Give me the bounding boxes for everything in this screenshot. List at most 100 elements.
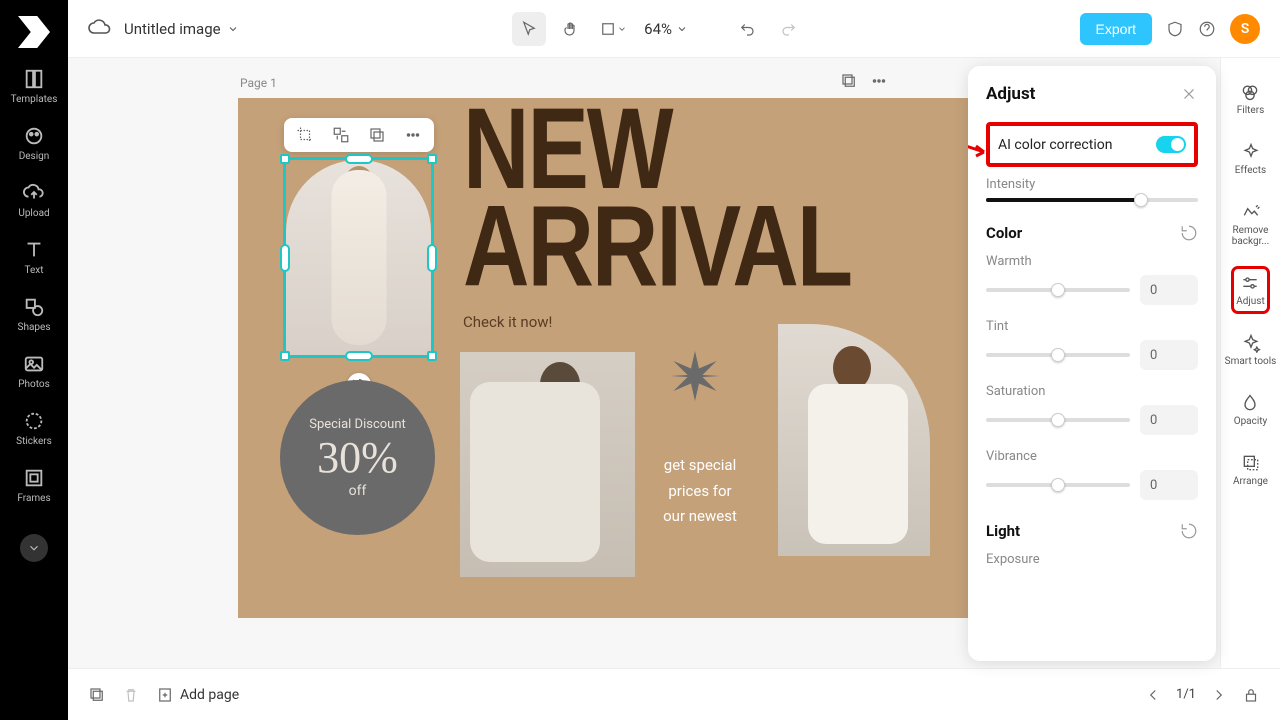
more-icon[interactable] <box>402 124 424 146</box>
vibrance-value[interactable]: 0 <box>1140 470 1198 500</box>
nav-upload[interactable]: Upload <box>18 182 49 219</box>
nav-templates-label: Templates <box>11 94 58 105</box>
help-icon[interactable] <box>1198 20 1216 38</box>
callout-arrow <box>968 138 990 158</box>
resize-handle[interactable] <box>280 244 290 272</box>
prev-page-icon[interactable] <box>1144 686 1162 704</box>
ai-color-label: AI color correction <box>998 137 1112 153</box>
resize-handle[interactable] <box>427 244 437 272</box>
image-2[interactable] <box>460 352 635 577</box>
resize-handle[interactable] <box>345 351 373 361</box>
adjust-panel: Adjust AI color correction Intensity Col… <box>968 66 1216 661</box>
nav-shapes[interactable]: Shapes <box>18 296 51 333</box>
export-button[interactable]: Export <box>1080 13 1152 45</box>
ai-color-correction-row: AI color correction <box>986 122 1198 167</box>
lock-icon[interactable] <box>1242 686 1260 704</box>
selected-image-1[interactable] <box>286 160 431 355</box>
rail-arrange[interactable]: Arrange <box>1231 449 1270 491</box>
cloud-sync-icon[interactable] <box>88 17 112 41</box>
nav-text-label: Text <box>24 265 43 276</box>
resize-handle[interactable] <box>427 351 437 361</box>
rail-effects[interactable]: Effects <box>1233 138 1268 180</box>
nav-stickers[interactable]: Stickers <box>16 410 52 447</box>
zoom-control[interactable]: 64% <box>644 20 688 38</box>
design-canvas[interactable]: NEW ARRIVAL Check it now! <box>238 98 1008 618</box>
nav-frames[interactable]: Frames <box>17 467 50 504</box>
top-bar: Untitled image 64% Export <box>68 0 1280 58</box>
warmth-slider[interactable] <box>986 288 1130 292</box>
saturation-label: Saturation <box>986 384 1198 399</box>
nav-text[interactable]: Text <box>23 239 45 276</box>
select-tool[interactable] <box>512 12 546 46</box>
vibrance-label: Vibrance <box>986 449 1198 464</box>
nav-design[interactable]: Design <box>19 125 50 162</box>
next-page-icon[interactable] <box>1210 686 1228 704</box>
nav-shapes-label: Shapes <box>18 322 51 333</box>
vibrance-slider[interactable] <box>986 483 1130 487</box>
exposure-label: Exposure <box>986 552 1198 567</box>
rail-opacity[interactable]: Opacity <box>1232 389 1270 431</box>
rail-remove-bg[interactable]: Remove backgr... <box>1221 198 1280 251</box>
nav-photos-label: Photos <box>18 379 50 390</box>
warmth-value[interactable]: 0 <box>1140 275 1198 305</box>
warmth-label: Warmth <box>986 254 1198 269</box>
reset-light-icon[interactable] <box>1180 522 1198 540</box>
replace-icon[interactable] <box>330 124 352 146</box>
nav-stickers-label: Stickers <box>16 436 52 447</box>
nav-photos[interactable]: Photos <box>18 353 50 390</box>
nav-templates[interactable]: Templates <box>11 68 58 105</box>
ai-color-toggle[interactable] <box>1156 136 1186 153</box>
saturation-value[interactable]: 0 <box>1140 405 1198 435</box>
project-title-text: Untitled image <box>124 20 221 38</box>
nav-design-label: Design <box>19 151 50 162</box>
bottom-bar: Add page 1/1 <box>68 668 1280 720</box>
nav-frames-label: Frames <box>17 493 50 504</box>
resize-handle[interactable] <box>280 351 290 361</box>
starburst-shape[interactable] <box>670 351 720 401</box>
avatar[interactable]: S <box>1230 14 1260 44</box>
app-logo <box>18 16 50 48</box>
duplicate-page-icon[interactable] <box>840 72 858 90</box>
project-title[interactable]: Untitled image <box>124 20 239 38</box>
subhead-text[interactable]: Check it now! <box>463 313 552 331</box>
tint-value[interactable]: 0 <box>1140 340 1198 370</box>
resize-handle[interactable] <box>427 154 437 164</box>
intensity-label: Intensity <box>986 177 1198 192</box>
undo-button[interactable] <box>730 12 764 46</box>
discount-badge[interactable]: Special Discount 30% off <box>280 380 435 535</box>
add-page-label: Add page <box>180 687 239 703</box>
reset-color-icon[interactable] <box>1180 224 1198 242</box>
more-icon[interactable] <box>870 72 888 90</box>
promo-text[interactable]: get special prices for our newest <box>656 453 744 530</box>
artboard-tool[interactable] <box>596 12 630 46</box>
pages-icon[interactable] <box>88 686 106 704</box>
image-3[interactable] <box>778 324 930 556</box>
nav-more[interactable] <box>20 534 48 562</box>
chevron-down-icon <box>676 23 688 35</box>
zoom-value: 64% <box>644 20 672 38</box>
resize-handle[interactable] <box>345 154 373 164</box>
delete-icon[interactable] <box>122 686 140 704</box>
right-rail: Filters Effects Remove backgr... Adjust … <box>1220 58 1280 668</box>
redo-button[interactable] <box>772 12 806 46</box>
close-icon[interactable] <box>1180 85 1198 103</box>
discount-percent: 30% <box>317 432 398 483</box>
hand-tool[interactable] <box>554 12 588 46</box>
tint-label: Tint <box>986 319 1198 334</box>
resize-handle[interactable] <box>280 154 290 164</box>
saturation-slider[interactable] <box>986 418 1130 422</box>
copy-icon[interactable] <box>366 124 388 146</box>
light-section-title: Light <box>986 522 1020 540</box>
nav-upload-label: Upload <box>18 208 49 219</box>
page-counter: 1/1 <box>1176 687 1196 702</box>
rail-adjust[interactable]: Adjust <box>1234 269 1267 311</box>
panel-title: Adjust <box>986 84 1035 104</box>
rail-smart-tools[interactable]: Smart tools <box>1223 329 1279 371</box>
shield-icon[interactable] <box>1166 20 1184 38</box>
add-page-button[interactable]: Add page <box>156 686 239 704</box>
tint-slider[interactable] <box>986 353 1130 357</box>
intensity-slider[interactable] <box>986 198 1198 202</box>
crop-icon[interactable] <box>294 124 316 146</box>
headline-text[interactable]: NEW ARRIVAL <box>463 100 1008 295</box>
rail-filters[interactable]: Filters <box>1235 78 1267 120</box>
